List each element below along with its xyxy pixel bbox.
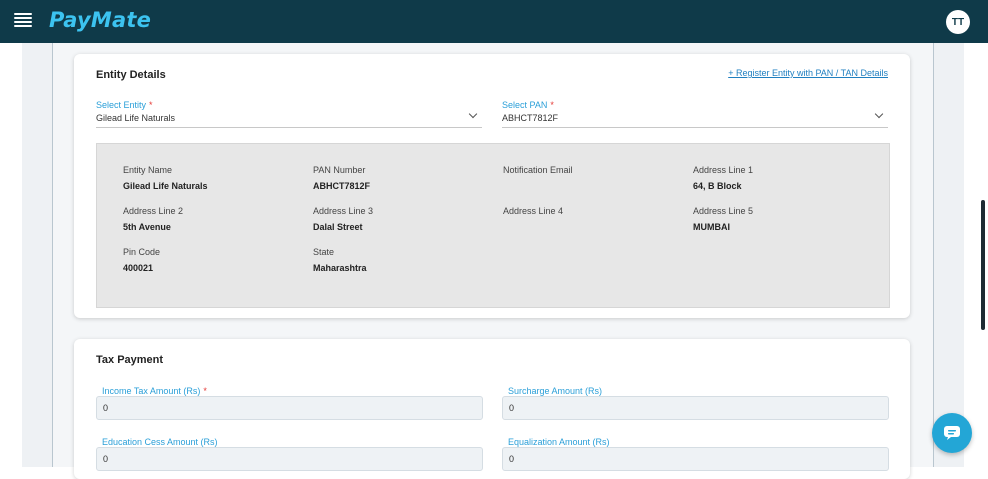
info-notification-email: Notification Email (503, 165, 683, 192)
info-value: 64, B Block (693, 181, 742, 191)
chat-icon (944, 426, 960, 440)
info-pin-code: Pin Code 400021 (123, 247, 303, 274)
entity-info-box: Entity Name Gilead Life Naturals PAN Num… (96, 143, 890, 308)
info-label: PAN Number (313, 165, 366, 175)
page-scrollbar[interactable] (981, 200, 985, 330)
info-address-line-5: Address Line 5 MUMBAI (693, 206, 873, 233)
entity-details-card: Entity Details + Register Entity with PA… (74, 54, 910, 318)
income-tax-input[interactable]: 0 (96, 396, 483, 420)
info-label: Address Line 2 (123, 206, 184, 216)
info-value (503, 181, 683, 192)
info-value (503, 222, 683, 233)
info-label: Notification Email (503, 165, 573, 175)
info-state: State Maharashtra (313, 247, 493, 274)
chevron-down-icon[interactable] (468, 109, 478, 119)
required-marker: * (550, 100, 554, 110)
required-marker: * (203, 386, 207, 396)
info-label: Address Line 1 (693, 165, 754, 175)
info-address-line-2: Address Line 2 5th Avenue (123, 206, 303, 233)
info-address-line-3: Address Line 3 Dalal Street (313, 206, 493, 233)
info-value: Dalal Street (313, 222, 363, 232)
select-pan-label: Select PAN * (502, 100, 554, 110)
app-logo[interactable]: PayMate (49, 8, 151, 32)
equalization-input[interactable]: 0 (502, 447, 889, 471)
info-value: MUMBAI (693, 222, 730, 232)
entity-details-title: Entity Details (96, 69, 166, 81)
required-marker: * (149, 100, 153, 110)
top-bar: PayMate TT (0, 0, 988, 43)
select-pan-dropdown[interactable]: Select PAN * ABHCT7812F (502, 100, 888, 128)
select-pan-value: ABHCT7812F (502, 113, 559, 123)
info-label: Address Line 3 (313, 206, 374, 216)
surcharge-input[interactable]: 0 (502, 396, 889, 420)
info-address-line-1: Address Line 1 64, B Block (693, 165, 873, 192)
info-label: State (313, 247, 335, 257)
info-label: Address Line 4 (503, 206, 564, 216)
tax-payment-title: Tax Payment (96, 354, 164, 366)
info-value: 5th Avenue (123, 222, 171, 232)
education-cess-label: Education Cess Amount (Rs) (102, 437, 218, 447)
info-value: 400021 (123, 263, 154, 273)
info-value: Gilead Life Naturals (123, 181, 208, 191)
register-entity-link[interactable]: + Register Entity with PAN / TAN Details (728, 68, 888, 78)
info-pan-number: PAN Number ABHCT7812F (313, 165, 493, 192)
hamburger-icon[interactable] (14, 13, 32, 27)
info-value: Maharashtra (313, 263, 367, 273)
user-avatar[interactable]: TT (946, 10, 970, 34)
info-address-line-4: Address Line 4 (503, 206, 683, 233)
income-tax-label: Income Tax Amount (Rs) * (102, 386, 207, 396)
chat-button[interactable] (932, 413, 972, 453)
education-cess-input[interactable]: 0 (96, 447, 483, 471)
select-entity-dropdown[interactable]: Select Entity * Gilead Life Naturals (96, 100, 482, 128)
chevron-down-icon[interactable] (874, 109, 884, 119)
info-label: Entity Name (123, 165, 173, 175)
info-value: ABHCT7812F (313, 181, 371, 191)
equalization-label: Equalization Amount (Rs) (508, 437, 610, 447)
info-label: Pin Code (123, 247, 161, 257)
select-entity-label: Select Entity * (96, 100, 153, 110)
info-label: Address Line 5 (693, 206, 754, 216)
tax-payment-card: Tax Payment Income Tax Amount (Rs) * 0 Su… (74, 339, 910, 479)
surcharge-label: Surcharge Amount (Rs) (508, 386, 603, 396)
info-entity-name: Entity Name Gilead Life Naturals (123, 165, 303, 192)
select-entity-value: Gilead Life Naturals (96, 113, 176, 123)
